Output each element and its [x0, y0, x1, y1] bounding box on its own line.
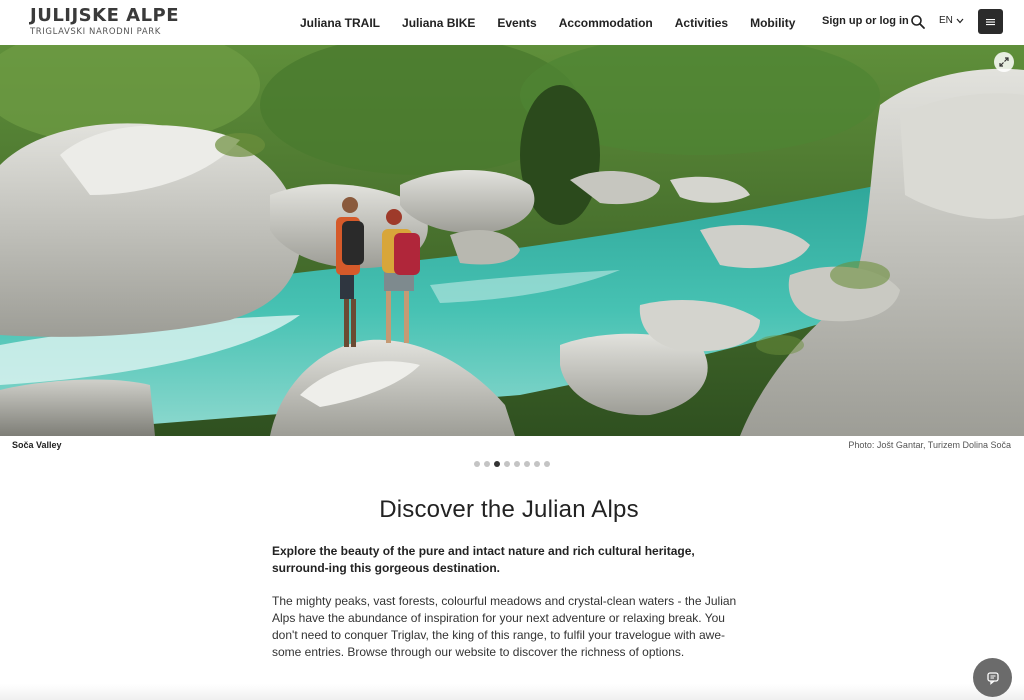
language-selector[interactable]: EN: [939, 15, 964, 26]
expand-icon: [999, 57, 1009, 67]
site-logo[interactable]: JULIJSKE ALPE TRIGLAVSKI NARODNI PARK: [30, 5, 180, 38]
search-icon[interactable]: [910, 14, 926, 30]
nav-item-activities[interactable]: Activities: [675, 16, 728, 30]
hamburger-icon: [986, 18, 995, 25]
chevron-down-icon: [956, 18, 964, 23]
nav-item-events[interactable]: Events: [497, 16, 536, 30]
page-title: Discover the Julian Alps: [379, 496, 639, 523]
chat-icon: [986, 671, 999, 685]
fullscreen-button[interactable]: [994, 52, 1014, 72]
slider-pagination: [474, 461, 550, 467]
lead-paragraph: Explore the beauty of the pure and intac…: [272, 544, 695, 575]
hero-caption-row: Soča Valley Photo: Jošt Gantar, Turizem …: [0, 436, 1024, 454]
menu-button[interactable]: [978, 9, 1003, 34]
body-paragraph: The mighty peaks, vast forests, colourfu…: [272, 594, 737, 659]
photo-credit: Photo: Jošt Gantar, Turizem Dolina Soča: [848, 440, 1011, 450]
site-header: JULIJSKE ALPE TRIGLAVSKI NARODNI PARK Ju…: [0, 0, 1024, 45]
logo-subtitle: TRIGLAVSKI NARODNI PARK: [30, 27, 161, 37]
slide-dot-2[interactable]: [484, 461, 490, 467]
slide-dot-8[interactable]: [544, 461, 550, 467]
nav-item-juliana-trail[interactable]: Juliana TRAIL: [300, 16, 380, 30]
main-nav: Juliana TRAIL Juliana BIKE Events Accomm…: [300, 0, 817, 45]
hero-caption: Soča Valley: [12, 440, 62, 450]
slide-dot-4[interactable]: [504, 461, 510, 467]
nav-item-mobility[interactable]: Mobility: [750, 16, 795, 30]
sign-in-link[interactable]: Sign up or log in: [822, 15, 909, 27]
logo-title: JULIJSKE ALPE: [30, 5, 180, 26]
hero-image: [0, 45, 1024, 436]
river-scene-image: [0, 45, 1024, 436]
nav-item-accommodation[interactable]: Accommodation: [559, 16, 653, 30]
bottom-fade: [0, 684, 1024, 700]
slide-dot-5[interactable]: [514, 461, 520, 467]
language-label: EN: [939, 15, 953, 26]
nav-item-juliana-bike[interactable]: Juliana BIKE: [402, 16, 475, 30]
slide-dot-3[interactable]: [494, 461, 500, 467]
slide-dot-6[interactable]: [524, 461, 530, 467]
chat-button[interactable]: [973, 658, 1012, 697]
slide-dot-1[interactable]: [474, 461, 480, 467]
slide-dot-7[interactable]: [534, 461, 540, 467]
